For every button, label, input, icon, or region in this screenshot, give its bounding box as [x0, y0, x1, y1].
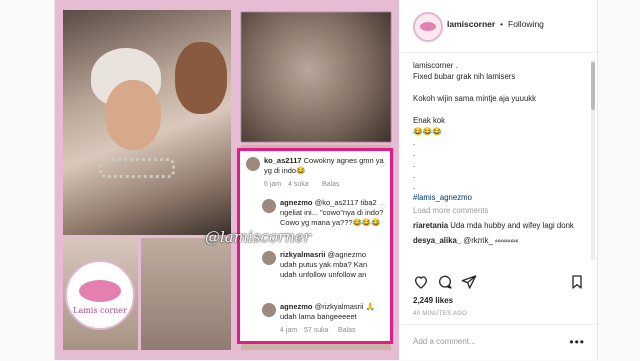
- photo-detail-face-2: [175, 42, 227, 114]
- caption-line: .: [413, 182, 416, 191]
- caption-line: [413, 82, 585, 93]
- caption-line: Kokoh wijin sama mintje aja yuuukk: [413, 94, 537, 103]
- avatar: [246, 157, 260, 171]
- caption-line: .: [413, 138, 416, 147]
- comment-reply: Balas: [322, 181, 340, 188]
- photo-couple: [63, 10, 231, 235]
- scrollbar-thumb[interactable]: [591, 62, 595, 110]
- more-icon[interactable]: •••: [569, 335, 585, 349]
- comment-text: Uda mda hubby and wifey lagi donk: [450, 221, 574, 230]
- likes-count[interactable]: 2,249 likes: [413, 296, 453, 305]
- add-comment-bar[interactable]: Add a comment... •••: [399, 324, 597, 361]
- screenshot-comment: ko_as2117 Cowokny agnes gmn ya yg di ind…: [264, 156, 384, 175]
- comment-screenshot: ko_as2117 Cowokny agnes gmn ya yg di ind…: [237, 148, 393, 344]
- comment-user[interactable]: desya_alika_: [413, 236, 461, 245]
- photo-detail-face: [105, 80, 161, 150]
- caption-line: .: [413, 149, 416, 158]
- photo-detail-necklace: [99, 158, 175, 178]
- comment-item: riaretania Uda mda hubby and wifey lagi …: [413, 220, 585, 231]
- comment-user[interactable]: riaretania: [413, 221, 448, 230]
- separator-dot: •: [500, 19, 503, 29]
- post-header: lamiscorner • Following: [399, 0, 597, 53]
- comment-time: 4 jam: [280, 327, 298, 334]
- comment-time: 6 jam: [264, 181, 282, 188]
- caption-line: lamiscorner .: [413, 61, 458, 70]
- avatar: [262, 303, 276, 317]
- caption-line: 😂😂😂: [413, 127, 443, 136]
- post-sidebar: lamiscorner • Following lamiscorner . Fi…: [399, 0, 597, 360]
- comment-likes: 57 suka: [304, 327, 329, 334]
- caption-line: Fixed bubar grak nih lamisers: [413, 72, 516, 81]
- photo-bottom-middle: [141, 238, 231, 350]
- photo-blurred-top: [241, 12, 391, 142]
- comment-reply: Balas: [338, 327, 356, 334]
- username-link[interactable]: lamiscorner: [447, 19, 495, 29]
- caption-line: Enak kok: [413, 116, 446, 125]
- lamis-corner-logo: Lamis corner: [65, 260, 135, 330]
- screenshot-comment: agnezmo @rizkyalmasrii 🙏 udah lama bange…: [280, 302, 375, 321]
- watermark: @lamiscorner: [205, 228, 311, 246]
- lips-icon: [420, 22, 436, 31]
- bookmark-icon[interactable]: [569, 274, 585, 290]
- heart-icon: ♡: [379, 204, 386, 211]
- heart-icon[interactable]: [413, 274, 429, 290]
- screenshot-comment: agnezmo @ko_as2117 tiba2 ngeliat ini... …: [280, 198, 384, 227]
- screenshot-comment: rizkyalmasrii @agnezmo udah putus yak mb…: [280, 250, 368, 279]
- caption-line: [413, 104, 585, 115]
- caption-line: .: [413, 171, 416, 180]
- post-timestamp: 40 MINUTES AGO: [413, 311, 468, 317]
- share-icon[interactable]: [461, 274, 477, 290]
- comment-text: @rkrrik_ ⸗⸗⸗⸗⸗⸗⸗⸗⸗: [463, 236, 519, 245]
- instagram-post: Lamis corner ko_as2117 Cowokny agnes gmn…: [54, 0, 598, 360]
- avatar: [262, 251, 276, 265]
- comment-icon[interactable]: [437, 274, 453, 290]
- comment-likes: 4 suka: [288, 181, 309, 188]
- comments-area: lamiscorner . Fixed bubar grak nih lamis…: [413, 60, 585, 270]
- add-comment-input[interactable]: Add a comment...: [413, 337, 476, 346]
- heart-icon: ♡: [379, 162, 386, 169]
- avatar: [262, 199, 276, 213]
- caption-line: .: [413, 160, 416, 169]
- comment-item: desya_alika_ @rkrrik_ ⸗⸗⸗⸗⸗⸗⸗⸗⸗: [413, 235, 585, 246]
- hashtag-link[interactable]: #lamis_agnezmo: [413, 192, 585, 203]
- avatar[interactable]: [413, 12, 443, 42]
- post-image: Lamis corner ko_as2117 Cowokny agnes gmn…: [55, 0, 399, 360]
- lips-icon: [79, 280, 121, 302]
- following-button[interactable]: Following: [508, 19, 544, 29]
- logo-text: Lamis corner: [73, 306, 127, 315]
- load-more-comments[interactable]: Load more comments: [413, 205, 585, 216]
